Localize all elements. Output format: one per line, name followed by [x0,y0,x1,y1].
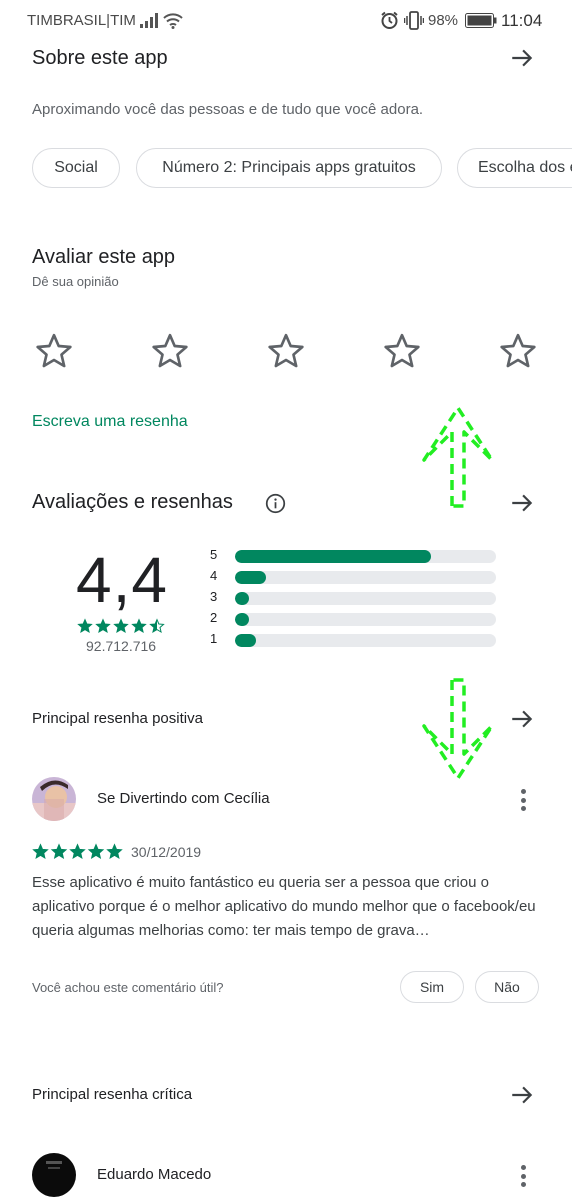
battery-icon [465,13,497,28]
histogram-label: 5 [210,547,218,562]
review-date: 30/12/2019 [131,844,202,860]
clock: 11:04 [501,11,543,30]
review-text: Esse aplicativo é muito fantástico eu qu… [32,874,536,939]
alarm-icon [381,11,398,29]
review-star-icon [106,843,123,859]
histogram-label: 1 [210,631,218,646]
rate-star-1[interactable] [34,331,74,371]
ratings-title: Avaliações e resenhas [32,491,233,513]
about-description: Aproximando você das pessoas e de tudo q… [32,101,424,118]
positive-review-arrow-icon[interactable] [509,706,535,732]
carrier-label: TIMBRASIL|TIM [27,12,136,29]
review-menu-icon[interactable] [513,786,533,814]
average-rating: 4,4 [76,544,168,616]
histogram-track [235,571,496,584]
avg-star-icon [113,618,129,634]
review-author: Se Divertindo com Cecília [97,790,270,807]
battery-percent: 98% [428,12,459,29]
about-title: Sobre este app [32,47,168,69]
scroll-up-arrow-icon [422,406,494,508]
critical-review-menu-icon[interactable] [513,1162,533,1190]
rate-title: Avaliar este app [32,246,176,268]
rate-star-3[interactable] [266,331,306,371]
info-icon[interactable] [265,493,286,514]
signal-icon [140,13,158,28]
about-arrow-icon[interactable] [509,45,535,71]
avg-svg [77,618,165,634]
chip-editors-choice[interactable]: Escolha dos e [457,148,572,188]
wifi-icon [163,13,183,29]
positive-review-title: Principal resenha positiva [32,710,203,727]
histogram-label: 4 [210,568,218,583]
histogram-track [235,613,496,626]
rate-star-2[interactable] [150,331,190,371]
review-stars [32,843,123,861]
histogram-label: 2 [210,610,218,625]
review-star-icon [32,843,49,859]
histogram-track [235,550,496,563]
avg-star-icon [131,618,147,634]
rating-histogram: 5 4 3 2 1 [210,547,500,658]
rate-star-4[interactable] [382,331,422,371]
avg-star-icon [95,618,111,634]
critical-review-arrow-icon[interactable] [509,1082,535,1108]
critical-avatar [32,1153,76,1197]
critical-review-title: Principal resenha crítica [32,1086,193,1103]
chip-top-free[interactable]: Número 2: Principais apps gratuitos [136,148,442,188]
histogram-bar [235,634,256,647]
rate-star-5[interactable] [498,331,538,371]
critical-review-author: Eduardo Macedo [97,1166,212,1183]
helpful-no-button[interactable]: Não [475,971,539,1003]
rate-subtitle: Dê sua opinião [32,274,119,289]
scroll-down-arrow-icon [422,678,494,780]
review-svg [32,843,123,859]
helpful-prompt: Você achou este comentário útil? [32,980,224,995]
histogram-bar [235,550,431,563]
write-review-link[interactable]: Escreva uma resenha [32,413,188,431]
helpful-yes-button[interactable]: Sim [400,971,464,1003]
histogram-track [235,592,496,605]
histogram-track [235,634,496,647]
status-bar: TIMBRASIL|TIM 98% 11:04 [0,0,572,42]
avatar [32,777,76,821]
review-star-icon [69,843,86,859]
vibrate-icon [404,11,424,30]
histogram-label: 3 [210,589,218,604]
avg-star-icon [149,618,165,634]
avg-star-icon [77,618,93,634]
chip-social[interactable]: Social [32,148,120,188]
histogram-bar [235,592,250,605]
rating-count: 92.712.716 [86,638,157,654]
histogram-bar [235,571,267,584]
ratings-arrow-icon[interactable] [509,490,535,516]
average-stars [77,618,167,635]
review-star-icon [50,843,68,859]
histogram-bar [235,613,250,626]
review-star-icon [87,843,105,859]
